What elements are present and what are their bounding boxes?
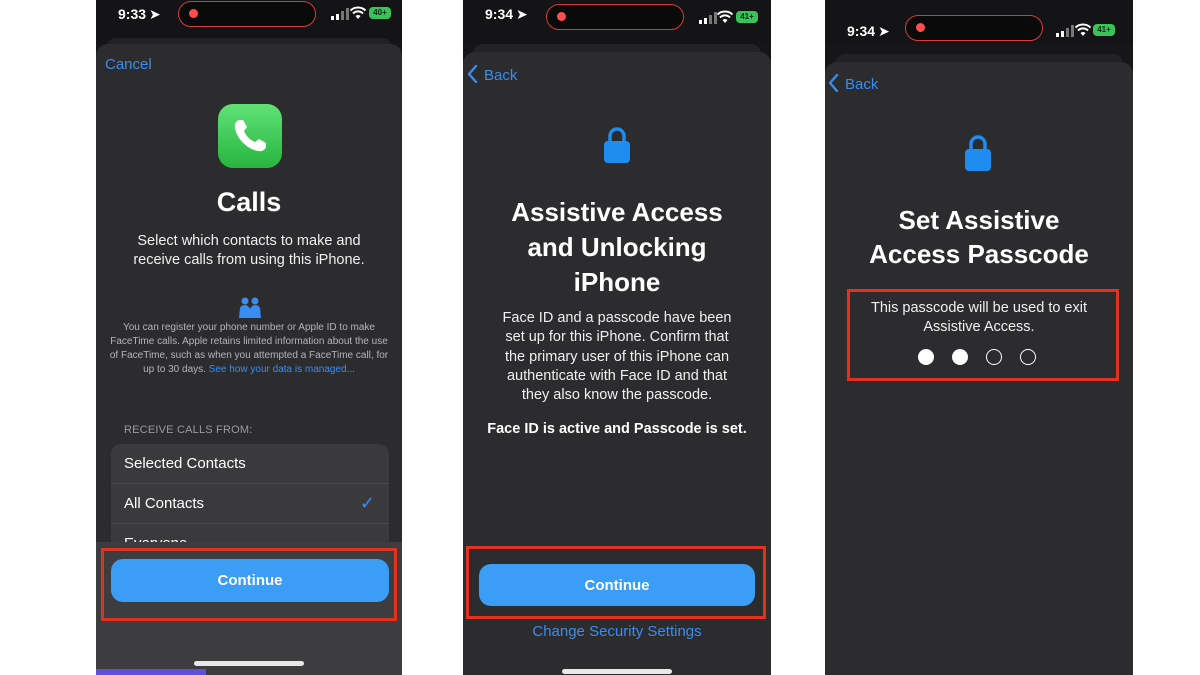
back-button[interactable]: Back [467, 64, 517, 84]
phone-app-icon [218, 104, 282, 168]
cellular-signal-icon [1056, 25, 1074, 37]
page-description: Face ID and a passcode have been set up … [502, 310, 732, 404]
section-header: RECEIVE CALLS FROM: [124, 424, 253, 436]
page-title: Assistive Access and Unlocking iPhone [511, 197, 723, 297]
dynamic-island [905, 15, 1043, 41]
setup-sheet: Back Set Assistive Access Passcode This … [825, 62, 1133, 675]
cancel-button[interactable]: Cancel [105, 56, 152, 73]
receive-calls-list: Selected Contacts All Contacts✓ Everyone [111, 444, 389, 554]
recording-indicator-icon [557, 12, 566, 21]
status-time: 9:33 ➤ [118, 6, 161, 22]
wifi-icon [350, 6, 366, 19]
change-security-settings-link[interactable]: Change Security Settings [463, 623, 771, 640]
lock-icon [604, 127, 630, 163]
home-indicator [194, 661, 304, 666]
highlight-box [101, 548, 397, 621]
location-arrow-icon: ➤ [149, 6, 161, 22]
option-selected-contacts[interactable]: Selected Contacts [111, 444, 389, 483]
back-button[interactable]: Back [828, 73, 878, 93]
chevron-left-icon [467, 64, 478, 84]
chevron-left-icon [828, 73, 839, 93]
home-indicator [562, 669, 672, 674]
battery-icon: 41+ [1093, 24, 1115, 36]
keyboard-tray [96, 669, 206, 675]
battery-icon: 40+ [369, 7, 391, 19]
wifi-icon [1075, 23, 1091, 36]
location-arrow-icon: ➤ [878, 23, 890, 39]
lock-icon [965, 135, 991, 171]
highlight-box [847, 289, 1119, 381]
security-status: Face ID is active and Passcode is set. [487, 421, 747, 437]
dynamic-island [178, 1, 316, 27]
status-bar: 9:34 ➤ 41+ [825, 0, 1133, 44]
phone-screen-unlocking: 9:34 ➤ 41+ Back Assistive Access and Unlo… [463, 0, 771, 675]
setup-sheet: Cancel Calls Select which contacts to ma… [96, 44, 402, 675]
page-title: Set Assistive Access Passcode [869, 205, 1089, 269]
option-all-contacts[interactable]: All Contacts ✓ [111, 483, 389, 523]
status-time: 9:34 ➤ [847, 23, 890, 39]
recording-indicator-icon [189, 9, 198, 18]
wifi-icon [717, 10, 733, 23]
page-title: Calls [216, 187, 282, 217]
dynamic-island [546, 4, 684, 30]
page-description: Select which contacts to make and receiv… [133, 233, 365, 268]
highlight-box [466, 546, 766, 619]
setup-sheet: Back Assistive Access and Unlocking iPho… [463, 52, 771, 675]
cellular-signal-icon [699, 12, 717, 24]
recording-indicator-icon [916, 23, 925, 32]
people-handshake-icon [239, 297, 261, 318]
checkmark-icon: ✓ [359, 493, 375, 513]
battery-icon: 41+ [736, 11, 758, 23]
phone-screen-calls: 9:33 ➤ 40+ Cancel Calls Select which cont… [96, 0, 402, 675]
cellular-signal-icon [331, 8, 349, 20]
status-time: 9:34 ➤ [485, 6, 528, 22]
location-arrow-icon: ➤ [516, 6, 528, 22]
status-bar: 9:34 ➤ 41+ [463, 0, 771, 44]
phone-screen-passcode: 9:34 ➤ 41+ Back Set Assistive Access Pass… [825, 0, 1133, 675]
privacy-link[interactable]: See how your data is managed... [209, 364, 355, 375]
privacy-note: You can register your phone number or Ap… [109, 322, 389, 375]
